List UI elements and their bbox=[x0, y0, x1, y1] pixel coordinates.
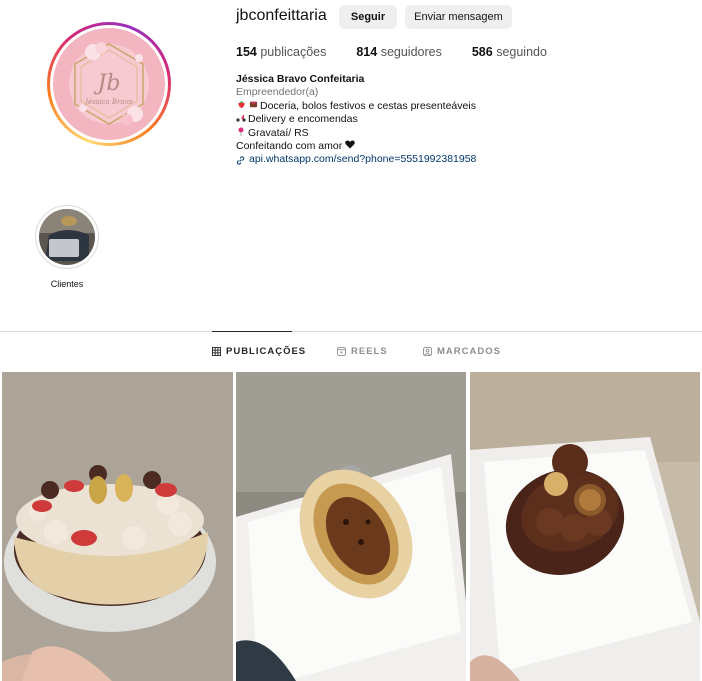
follow-button[interactable]: Seguir bbox=[339, 5, 397, 29]
followers-stat[interactable]: 814 seguidores bbox=[356, 45, 442, 59]
tabs-divider bbox=[0, 331, 702, 332]
chocolate-icon bbox=[248, 100, 258, 113]
highlight-cover-image bbox=[39, 209, 95, 265]
post-3[interactable] bbox=[470, 372, 700, 681]
following-stat[interactable]: 586 seguindo bbox=[472, 45, 547, 59]
tagged-icon bbox=[423, 347, 432, 356]
tab-publicacoes[interactable]: PUBLICAÇÕES bbox=[212, 346, 306, 357]
profile-stats: 154 publicações 814 seguidores 586 segui… bbox=[236, 45, 577, 59]
black-heart-icon bbox=[345, 140, 355, 152]
scooter-icon bbox=[236, 113, 246, 126]
strawberry-icon bbox=[236, 100, 246, 113]
logo-image: Jb Jéssica Bravo bbox=[53, 28, 165, 140]
highlight-label: Clientes bbox=[50, 279, 84, 289]
tab-marcados[interactable]: MARCADOS bbox=[423, 346, 501, 357]
reels-icon bbox=[337, 347, 346, 356]
grid-icon bbox=[212, 347, 221, 356]
following-label: seguindo bbox=[496, 45, 547, 59]
svg-text:Jb: Jb bbox=[94, 71, 121, 96]
bio-full-name: Jéssica Bravo Confeitaria bbox=[236, 73, 365, 85]
posts-stat: 154 publicações bbox=[236, 45, 326, 59]
highlight-clientes[interactable]: Clientes bbox=[34, 205, 100, 289]
svg-text:Jéssica Bravo: Jéssica Bravo bbox=[83, 98, 133, 106]
cake-image bbox=[2, 372, 233, 681]
posts-label: publicações bbox=[260, 45, 327, 59]
pin-icon bbox=[236, 127, 246, 140]
following-count: 586 bbox=[471, 45, 493, 59]
posts-count: 154 bbox=[236, 45, 257, 59]
profile-bio: Jéssica Bravo Confeitaria Empreendedor(a… bbox=[236, 73, 676, 167]
bio-line-2: Delivery e encomendas bbox=[236, 113, 676, 126]
profile-avatar[interactable]: Jb Jéssica Bravo bbox=[47, 22, 171, 146]
easter-egg-passionfruit-image bbox=[236, 372, 466, 681]
profile-username: jbconfeittaria bbox=[236, 7, 327, 24]
active-tab-indicator bbox=[212, 331, 292, 332]
bio-link[interactable]: api.whatsapp.com/send?phone=555199238195… bbox=[236, 153, 676, 166]
send-message-button[interactable]: Enviar mensagem bbox=[405, 5, 512, 29]
bio-line-1: Doceria, bolos festivos e cestas present… bbox=[236, 100, 676, 113]
bio-line-3: Gravataí/ RS bbox=[236, 127, 676, 140]
followers-label: seguidores bbox=[380, 45, 442, 59]
tab-reels[interactable]: REELS bbox=[337, 346, 388, 357]
followers-count: 814 bbox=[356, 45, 378, 59]
bio-category: Empreendedor(a) bbox=[236, 86, 319, 99]
post-1[interactable] bbox=[2, 372, 233, 681]
chocolate-egg-image bbox=[470, 372, 700, 681]
bio-line-4: Confeitando com amor bbox=[236, 140, 676, 153]
link-icon bbox=[236, 156, 245, 165]
post-2[interactable] bbox=[236, 372, 466, 681]
